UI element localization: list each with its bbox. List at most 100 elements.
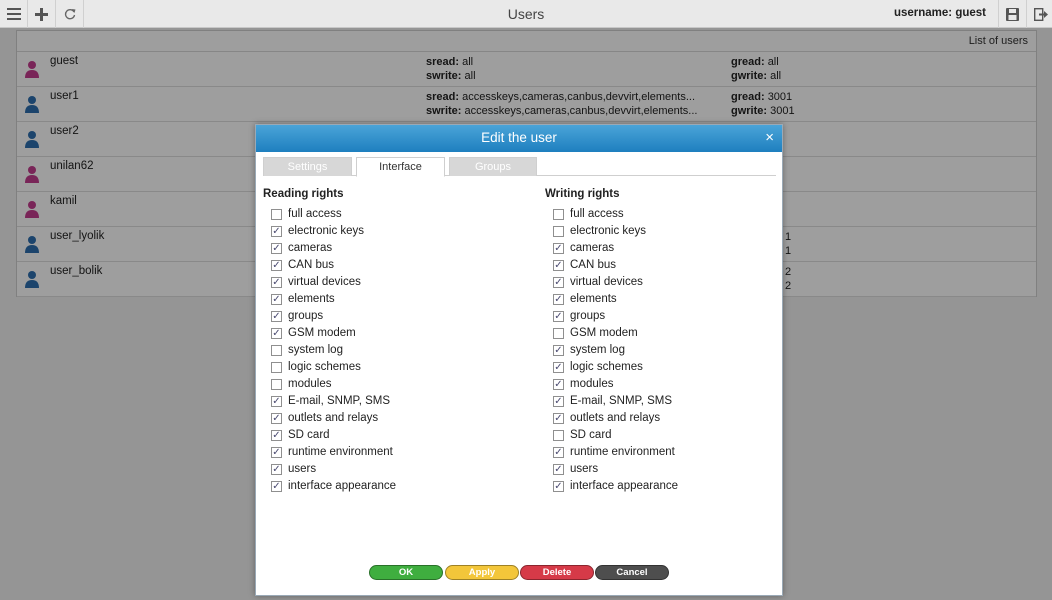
checkbox[interactable] xyxy=(553,430,564,441)
tab-interface[interactable]: Interface xyxy=(356,157,445,177)
checkbox[interactable] xyxy=(271,345,282,356)
right-label: E-mail, SNMP, SMS xyxy=(288,395,391,407)
checkbox[interactable]: ✓ xyxy=(271,464,282,475)
writing-right-item[interactable]: ✓ outlets and relays xyxy=(545,411,775,428)
right-label: GSM modem xyxy=(570,327,638,339)
reading-right-item[interactable]: full access xyxy=(263,207,523,224)
checkbox[interactable]: ✓ xyxy=(553,413,564,424)
right-label: GSM modem xyxy=(288,327,356,339)
checkbox[interactable]: ✓ xyxy=(271,277,282,288)
writing-right-item[interactable]: ✓ logic schemes xyxy=(545,360,775,377)
checkbox[interactable]: ✓ xyxy=(271,226,282,237)
reading-right-item[interactable]: ✓ E-mail, SNMP, SMS xyxy=(263,394,523,411)
tab-groups[interactable]: Groups xyxy=(449,157,537,176)
writing-right-item[interactable]: ✓ E-mail, SNMP, SMS xyxy=(545,394,775,411)
save-button[interactable] xyxy=(998,0,1026,28)
writing-right-item[interactable]: ✓ runtime environment xyxy=(545,445,775,462)
checkbox[interactable]: ✓ xyxy=(553,294,564,305)
checkbox[interactable]: ✓ xyxy=(553,311,564,322)
checkbox[interactable] xyxy=(271,379,282,390)
checkbox[interactable]: ✓ xyxy=(553,396,564,407)
apply-button[interactable]: Apply xyxy=(445,565,519,580)
checkbox[interactable]: ✓ xyxy=(271,243,282,254)
checkbox[interactable] xyxy=(553,328,564,339)
writing-right-item[interactable]: ✓ groups xyxy=(545,309,775,326)
checkbox[interactable] xyxy=(553,209,564,220)
writing-right-item[interactable]: ✓ system log xyxy=(545,343,775,360)
checkbox[interactable]: ✓ xyxy=(553,481,564,492)
checkbox[interactable]: ✓ xyxy=(271,311,282,322)
checkbox[interactable]: ✓ xyxy=(553,362,564,373)
checkbox[interactable]: ✓ xyxy=(271,430,282,441)
checkbox[interactable]: ✓ xyxy=(553,260,564,271)
right-label: virtual devices xyxy=(288,276,361,288)
dialog-tabs: Settings Interface Groups xyxy=(263,156,776,177)
right-label: E-mail, SNMP, SMS xyxy=(570,395,673,407)
writing-right-item[interactable]: ✓ users xyxy=(545,462,775,479)
checkbox[interactable]: ✓ xyxy=(553,277,564,288)
writing-rights-column: Writing rights full access electronic key… xyxy=(545,188,775,496)
ok-button[interactable]: OK xyxy=(369,565,443,580)
checkbox[interactable]: ✓ xyxy=(271,413,282,424)
writing-right-item[interactable]: full access xyxy=(545,207,775,224)
checkbox[interactable] xyxy=(553,226,564,237)
reading-rights-column: Reading rights full access ✓ electronic ke… xyxy=(263,188,523,496)
checkbox[interactable] xyxy=(271,209,282,220)
checkbox[interactable]: ✓ xyxy=(271,447,282,458)
checkbox[interactable] xyxy=(271,362,282,373)
checkbox[interactable]: ✓ xyxy=(271,396,282,407)
writing-right-item[interactable]: ✓ modules xyxy=(545,377,775,394)
checkbox[interactable]: ✓ xyxy=(553,345,564,356)
reading-right-item[interactable]: modules xyxy=(263,377,523,394)
checkbox[interactable]: ✓ xyxy=(271,294,282,305)
checkbox[interactable]: ✓ xyxy=(553,243,564,254)
writing-right-item[interactable]: ✓ cameras xyxy=(545,241,775,258)
right-label: groups xyxy=(570,310,606,322)
reading-right-item[interactable]: system log xyxy=(263,343,523,360)
reading-right-item[interactable]: ✓ elements xyxy=(263,292,523,309)
reading-right-item[interactable]: ✓ CAN bus xyxy=(263,258,523,275)
checkbox[interactable]: ✓ xyxy=(271,328,282,339)
cancel-button[interactable]: Cancel xyxy=(595,565,669,580)
reading-right-item[interactable]: logic schemes xyxy=(263,360,523,377)
right-label: interface appearance xyxy=(288,480,397,492)
writing-right-item[interactable]: ✓ virtual devices xyxy=(545,275,775,292)
delete-button[interactable]: Delete xyxy=(520,565,594,580)
checkbox[interactable]: ✓ xyxy=(553,379,564,390)
close-icon[interactable]: × xyxy=(765,129,774,146)
checkbox[interactable]: ✓ xyxy=(553,464,564,475)
right-label: SD card xyxy=(288,429,330,441)
reading-right-item[interactable]: ✓ runtime environment xyxy=(263,445,523,462)
right-label: SD card xyxy=(570,429,612,441)
current-username: username: guest xyxy=(893,7,986,19)
logout-button[interactable] xyxy=(1026,0,1052,28)
right-label: modules xyxy=(288,378,332,390)
reading-right-item[interactable]: ✓ GSM modem xyxy=(263,326,523,343)
checkbox[interactable]: ✓ xyxy=(553,447,564,458)
writing-right-item[interactable]: SD card xyxy=(545,428,775,445)
reading-right-item[interactable]: ✓ cameras xyxy=(263,241,523,258)
right-label: modules xyxy=(570,378,614,390)
reading-right-item[interactable]: ✓ SD card xyxy=(263,428,523,445)
writing-right-item[interactable]: ✓ elements xyxy=(545,292,775,309)
right-label: runtime environment xyxy=(570,446,675,458)
writing-right-item[interactable]: ✓ CAN bus xyxy=(545,258,775,275)
checkbox[interactable]: ✓ xyxy=(271,481,282,492)
writing-right-item[interactable]: GSM modem xyxy=(545,326,775,343)
right-label: system log xyxy=(288,344,343,356)
right-label: users xyxy=(570,463,599,475)
reading-right-item[interactable]: ✓ virtual devices xyxy=(263,275,523,292)
reading-right-item[interactable]: ✓ interface appearance xyxy=(263,479,523,496)
reading-right-item[interactable]: ✓ users xyxy=(263,462,523,479)
reading-right-item[interactable]: ✓ electronic keys xyxy=(263,224,523,241)
tab-settings[interactable]: Settings xyxy=(263,157,352,176)
writing-right-item[interactable]: electronic keys xyxy=(545,224,775,241)
right-label: outlets and relays xyxy=(570,412,661,424)
reading-right-item[interactable]: ✓ groups xyxy=(263,309,523,326)
writing-right-item[interactable]: ✓ interface appearance xyxy=(545,479,775,496)
right-label: logic schemes xyxy=(570,361,643,373)
right-label: cameras xyxy=(288,242,333,254)
checkbox[interactable]: ✓ xyxy=(271,260,282,271)
edit-user-dialog: Edit the user × Settings Interface Group… xyxy=(255,124,783,596)
reading-right-item[interactable]: ✓ outlets and relays xyxy=(263,411,523,428)
